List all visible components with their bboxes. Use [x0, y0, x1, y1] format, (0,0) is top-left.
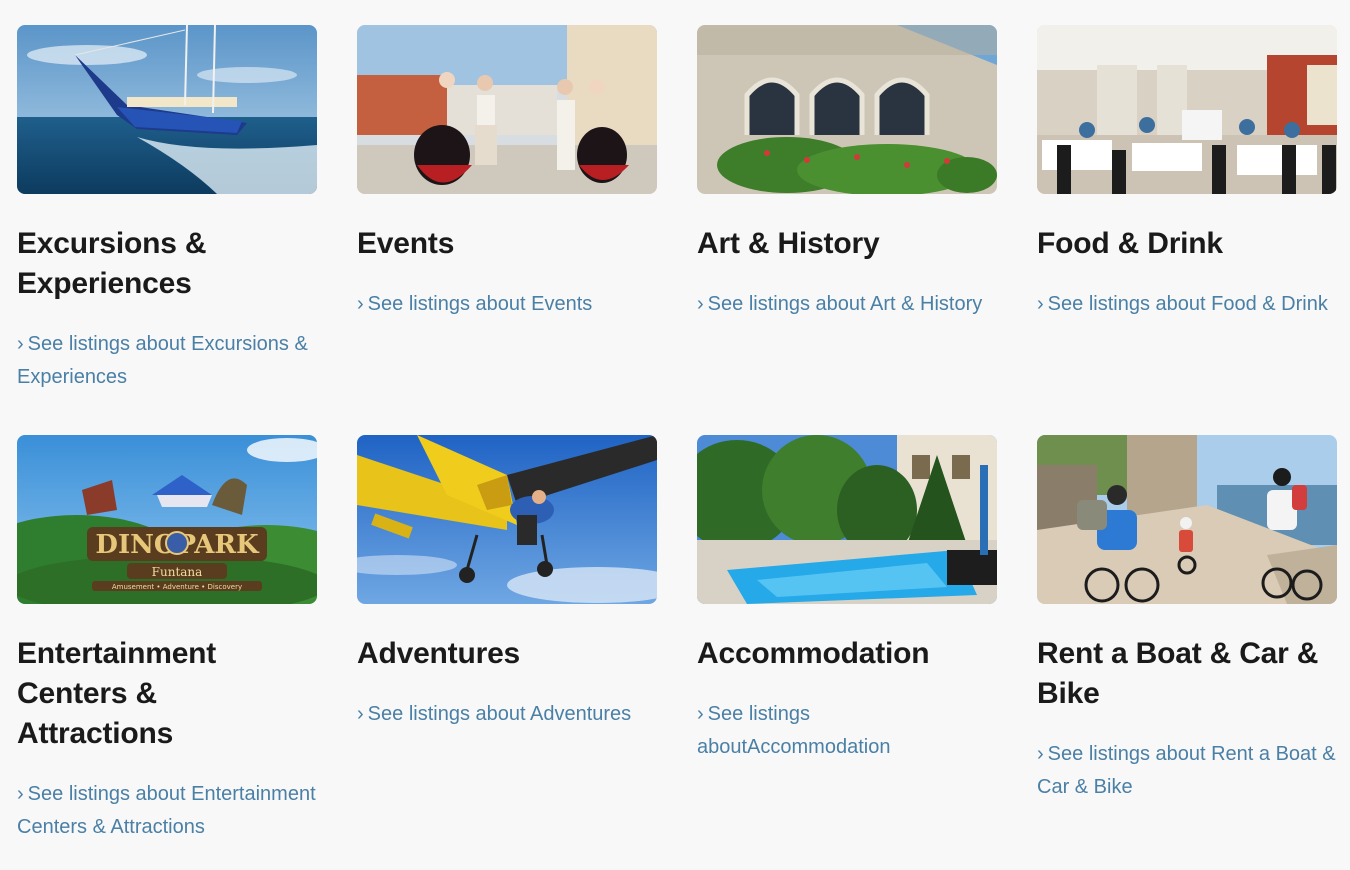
category-card-events: Events › See listings about Events — [357, 25, 657, 321]
category-card-art-history: Art & History › See listings about Art & … — [697, 25, 997, 321]
category-card-food-drink: Food & Drink › See listings about Food & … — [1037, 25, 1337, 321]
sailboat-photo[interactable] — [17, 25, 317, 194]
dinopark-logo-subtext: Funtana — [152, 565, 203, 579]
category-card-excursions: Excursions & Experiences › See listings a… — [17, 25, 317, 394]
card-title: Accommodation — [697, 637, 930, 670]
see-listings-link[interactable]: › See listings about Entertainment Center… — [17, 778, 317, 844]
category-grid: Excursions & Experiences › See listings a… — [0, 0, 1350, 870]
see-listings-link[interactable]: › See listings about Adventures — [357, 698, 657, 731]
card-title: Entertainment Centers & Attractions — [17, 637, 217, 750]
dinopark-photo[interactable]: DINOPARK Funtana Amusement • Adventure •… — [17, 435, 317, 604]
category-card-adventures: Adventures › See listings about Adventure… — [357, 435, 657, 731]
card-title: Rent a Boat & Car & Bike — [1037, 637, 1319, 710]
see-listings-link[interactable]: › See listings about Art & History — [697, 288, 997, 321]
card-title: Excursions & Experiences — [17, 227, 207, 300]
cycling-photo[interactable] — [1037, 435, 1337, 604]
stone-window-photo[interactable] — [697, 25, 997, 194]
card-title: Art & History — [697, 227, 880, 260]
see-listings-link[interactable]: › See listings about Food & Drink — [1037, 288, 1337, 321]
card-title: Events — [357, 227, 455, 260]
category-card-rent: Rent a Boat & Car & Bike › See listings a… — [1037, 435, 1337, 804]
see-listings-link[interactable]: › See listings about Excursions & Experie… — [17, 328, 317, 394]
pool-photo[interactable] — [697, 435, 997, 604]
skydiving-photo[interactable] — [357, 435, 657, 604]
folk-dance-photo[interactable] — [357, 25, 657, 194]
card-title: Food & Drink — [1037, 227, 1223, 260]
card-title: Adventures — [357, 637, 521, 670]
category-card-entertainment: DINOPARK Funtana Amusement • Adventure •… — [17, 435, 317, 844]
see-listings-link[interactable]: › See listings aboutAccommodation — [697, 698, 997, 764]
see-listings-link[interactable]: › See listings about Rent a Boat & Car & … — [1037, 738, 1337, 804]
restaurant-terrace-photo[interactable] — [1037, 25, 1337, 194]
category-card-accommodation: Accommodation › See listings aboutAccommo… — [697, 435, 997, 764]
see-listings-link[interactable]: › See listings about Events — [357, 288, 657, 321]
dinopark-logo-tagline: Amusement • Adventure • Discovery — [112, 583, 242, 591]
